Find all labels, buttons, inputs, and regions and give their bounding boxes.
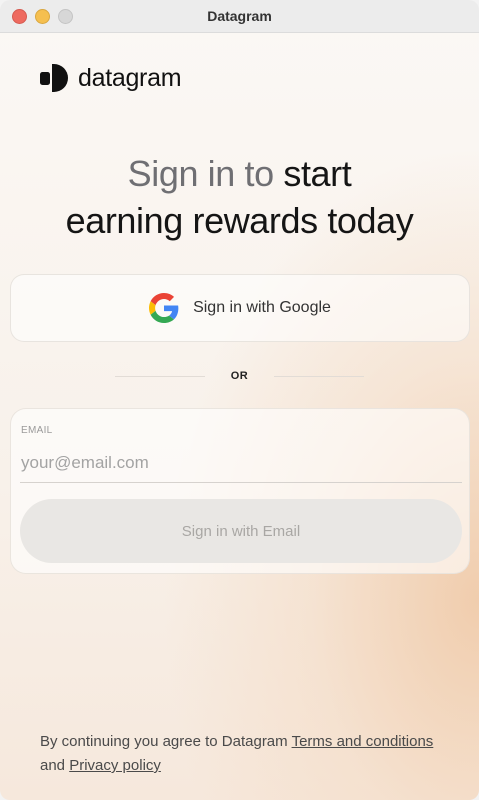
divider-text: OR <box>230 370 249 382</box>
page-headline: Sign in to start earning rewards today <box>0 150 479 244</box>
sign-in-email-button[interactable]: Sign in with Email <box>20 499 462 563</box>
minimize-window-button[interactable] <box>35 9 50 24</box>
terms-link[interactable]: Terms and conditions <box>292 733 434 750</box>
or-divider: OR <box>0 368 479 384</box>
headline-line-2: earning rewards today <box>65 200 414 241</box>
headline-part-dark: start <box>283 153 352 194</box>
sign-in-google-button[interactable]: Sign in with Google <box>10 274 470 342</box>
footer-and-text: and <box>40 757 66 774</box>
email-field[interactable] <box>20 443 462 483</box>
email-sign-in-card: EMAIL Sign in with Email <box>10 408 470 574</box>
divider-line-left <box>114 375 205 377</box>
window-controls <box>12 9 73 24</box>
headline-part-muted: Sign in to <box>127 153 275 194</box>
legal-footer: By continuing you agree to Datagram Term… <box>40 730 440 778</box>
app-window: Datagram datagram Sign in to start earni… <box>0 0 479 800</box>
email-field-label: EMAIL <box>21 425 53 436</box>
divider-line-right <box>274 375 365 377</box>
close-window-button[interactable] <box>12 9 27 24</box>
title-bar: Datagram <box>0 0 479 33</box>
privacy-policy-link[interactable]: Privacy policy <box>69 757 161 774</box>
datagram-logo: datagram <box>40 63 182 93</box>
logo-text: datagram <box>78 63 182 92</box>
footer-prefix-text: By continuing you agree to Datagram <box>40 733 288 750</box>
window-title: Datagram <box>207 8 272 24</box>
google-icon <box>149 293 179 323</box>
zoom-window-button[interactable] <box>58 9 73 24</box>
datagram-logo-icon <box>40 64 68 92</box>
google-button-label: Sign in with Google <box>193 299 331 316</box>
